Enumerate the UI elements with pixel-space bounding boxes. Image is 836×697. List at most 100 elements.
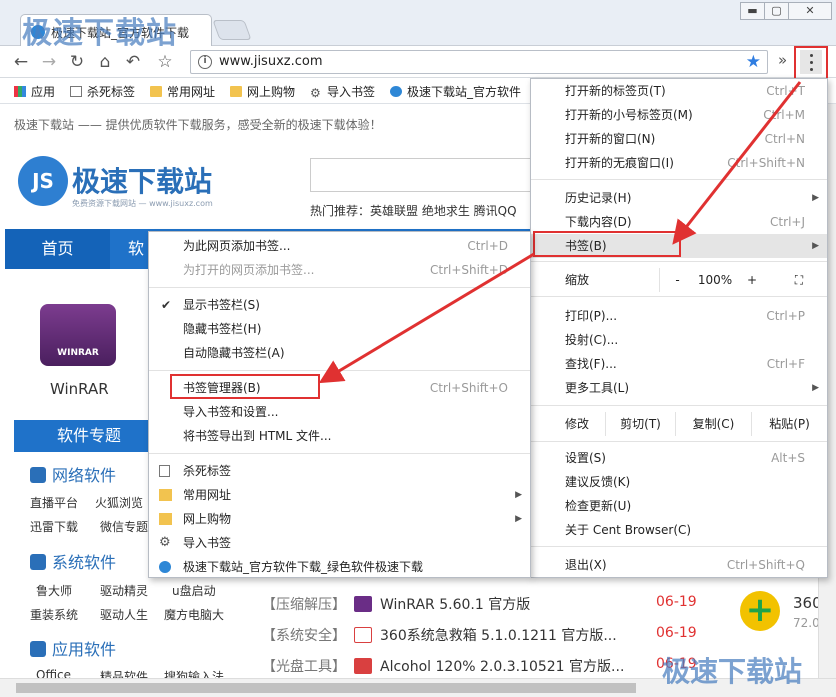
annotation-box-bookmarks: [533, 231, 681, 257]
home-button[interactable]: ⌂: [94, 51, 116, 73]
bookmark-outline-icon[interactable]: ☆: [154, 51, 176, 73]
browser-toolbar: ← → ↻ ⌂ ↶ ☆ i www.jisuxz.com ★ »: [0, 46, 836, 78]
submenu-import[interactable]: 导入书签和设置...: [149, 400, 530, 424]
link-driverlife[interactable]: 驱动人生: [100, 606, 148, 623]
link-live[interactable]: 直播平台: [30, 494, 78, 511]
first-aid-icon: [354, 627, 372, 643]
menu-feedback[interactable]: 建议反馈(K): [531, 470, 827, 494]
paste-button[interactable]: 粘贴(P): [751, 412, 827, 436]
category-apps[interactable]: 应用软件: [30, 636, 116, 660]
menu-find[interactable]: 查找(F)... Ctrl+F: [531, 352, 827, 376]
link-reinstall[interactable]: 重装系统: [30, 606, 78, 623]
bookmark-folder-common[interactable]: 常用网址: [150, 83, 215, 100]
forward-button[interactable]: →: [38, 51, 60, 73]
zoom-in-button[interactable]: +: [735, 268, 769, 292]
menu-about[interactable]: 关于 Cent Browser(C): [531, 518, 827, 542]
menu-separator: [531, 261, 827, 262]
site-logo-text[interactable]: 极速下载站: [72, 160, 212, 200]
bookmark-star-icon[interactable]: ★: [746, 52, 761, 72]
extensions-overflow-icon[interactable]: »: [778, 51, 787, 69]
submenu-show-bar[interactable]: ✔ 显示书签栏(S): [149, 293, 530, 317]
zoom-out-button[interactable]: -: [659, 268, 695, 292]
menu-new-small-tab[interactable]: 打开新的小号标签页(M) Ctrl+M: [531, 103, 827, 127]
welcome-text: 极速下载站 —— 提供优质软件下载服务，感受全新的极速下载体验！: [14, 118, 382, 132]
link-ludashi[interactable]: 鲁大师: [36, 582, 72, 599]
submenu-auto-hide[interactable]: 自动隐藏书签栏(A): [149, 341, 530, 365]
url-text[interactable]: www.jisuxz.com: [219, 54, 323, 69]
side-app-size: 72.0: [793, 616, 820, 630]
winrar-app-icon[interactable]: WINRAR: [40, 304, 116, 366]
link-firefox[interactable]: 火狐浏览: [95, 494, 143, 511]
nav-home-link[interactable]: 首页: [5, 229, 110, 269]
menu-check-update[interactable]: 检查更新(U): [531, 494, 827, 518]
menu-new-tab[interactable]: 打开新的标签页(T) Ctrl+T: [531, 79, 827, 103]
submenu-bookmark-item[interactable]: ⚙ 导入书签: [149, 531, 530, 555]
zoom-label: 缩放: [565, 273, 590, 287]
site-info-icon[interactable]: i: [198, 55, 212, 69]
globe-icon: [390, 86, 402, 97]
minimize-button[interactable]: ▬: [740, 2, 765, 20]
menu-settings[interactable]: 设置(S) Alt+S: [531, 446, 827, 470]
submenu-hide-bar[interactable]: 隐藏书签栏(H): [149, 317, 530, 341]
menu-new-window[interactable]: 打开新的窗口(N) Ctrl+N: [531, 127, 827, 151]
logo-mark[interactable]: JS: [18, 156, 68, 206]
menu-exit[interactable]: 退出(X) Ctrl+Shift+Q: [531, 553, 827, 577]
folder-icon: [159, 489, 172, 501]
fullscreen-icon[interactable]: ⛶: [779, 268, 819, 292]
download-row[interactable]: 【系统安全】 360系统急救箱 5.1.0.1211 官方版...: [262, 625, 617, 645]
link-udisk[interactable]: u盘启动: [172, 582, 216, 599]
bookmark-import[interactable]: ⚙ 导入书签: [310, 83, 375, 100]
link-magic[interactable]: 魔方电脑大: [164, 606, 224, 623]
submenu-add-open-pages[interactable]: 为打开的网页添加书签... Ctrl+Shift+D: [149, 258, 530, 282]
link-driver[interactable]: 驱动精灵: [100, 582, 148, 599]
hot-recommend[interactable]: 热门推荐：英雄联盟 绝地求生 腾讯QQ: [310, 202, 517, 219]
alcohol-icon: [354, 658, 372, 674]
bookmark-kill-tab[interactable]: 杀死标签: [70, 83, 135, 100]
annotation-box-bookmark-manager: [170, 374, 320, 399]
winrar-label[interactable]: WinRAR: [50, 380, 109, 398]
close-window-button[interactable]: ✕: [788, 2, 832, 20]
menu-cast[interactable]: 投射(C)...: [531, 328, 827, 352]
category-network[interactable]: 网络软件: [30, 462, 116, 486]
submenu-bookmark-folder[interactable]: 网上购物 ▶: [149, 507, 530, 531]
new-tab-button[interactable]: [212, 20, 252, 40]
download-date: 06-19: [656, 625, 697, 641]
submenu-add-page[interactable]: 为此网页添加书签... Ctrl+D: [149, 234, 530, 258]
site-search-input[interactable]: [310, 158, 540, 192]
download-row[interactable]: 【压缩解压】 WinRAR 5.60.1 官方版: [262, 594, 530, 614]
menu-incognito[interactable]: 打开新的无痕窗口(I) Ctrl+Shift+N: [531, 151, 827, 175]
submenu-bookmark-folder[interactable]: 常用网址 ▶: [149, 483, 530, 507]
submenu-export[interactable]: 将书签导出到 HTML 文件...: [149, 424, 530, 448]
360-plus-icon[interactable]: +: [740, 591, 780, 631]
reload-button[interactable]: ↻: [66, 51, 88, 73]
nav-software-link[interactable]: 软: [128, 229, 144, 269]
menu-print[interactable]: 打印(P)... Ctrl+P: [531, 304, 827, 328]
download-row[interactable]: 【光盘工具】 Alcohol 120% 2.0.3.10521 官方版...: [262, 656, 624, 676]
software-topics-header[interactable]: 软件专题: [14, 420, 164, 452]
bookmark-folder-shopping[interactable]: 网上购物: [230, 83, 295, 100]
bookmark-jisuxz[interactable]: 极速下载站_官方软件: [390, 83, 521, 100]
folder-icon: [159, 513, 172, 525]
back-button[interactable]: ←: [10, 51, 32, 73]
menu-history[interactable]: 历史记录(H) ▶: [531, 186, 827, 210]
address-bar[interactable]: i www.jisuxz.com ★: [190, 50, 768, 74]
submenu-bookmark-item[interactable]: 极速下载站_官方软件下载_绿色软件极速下载: [149, 555, 530, 579]
scrollbar-thumb[interactable]: [16, 683, 636, 693]
submenu-bookmark-item[interactable]: 杀死标签: [149, 459, 530, 483]
bookmark-apps[interactable]: 应用: [14, 83, 55, 100]
download-date: 06-19: [656, 594, 697, 610]
copy-button[interactable]: 复制(C): [675, 412, 751, 436]
category-system[interactable]: 系统软件: [30, 549, 116, 573]
link-thunder[interactable]: 迅雷下载: [30, 518, 78, 535]
undo-close-tab-button[interactable]: ↶: [122, 51, 144, 73]
menu-more-tools[interactable]: 更多工具(L) ▶: [531, 376, 827, 400]
page-icon: [159, 465, 170, 477]
cut-button[interactable]: 剪切(T): [605, 412, 675, 436]
menu-separator: [531, 441, 827, 442]
maximize-button[interactable]: ▢: [764, 2, 789, 20]
zoom-level: 100%: [697, 273, 733, 287]
winrar-icon: [354, 596, 372, 612]
menu-separator: [531, 405, 827, 406]
link-wechat[interactable]: 微信专题: [100, 518, 148, 535]
watermark: 极速下载站: [662, 655, 803, 688]
